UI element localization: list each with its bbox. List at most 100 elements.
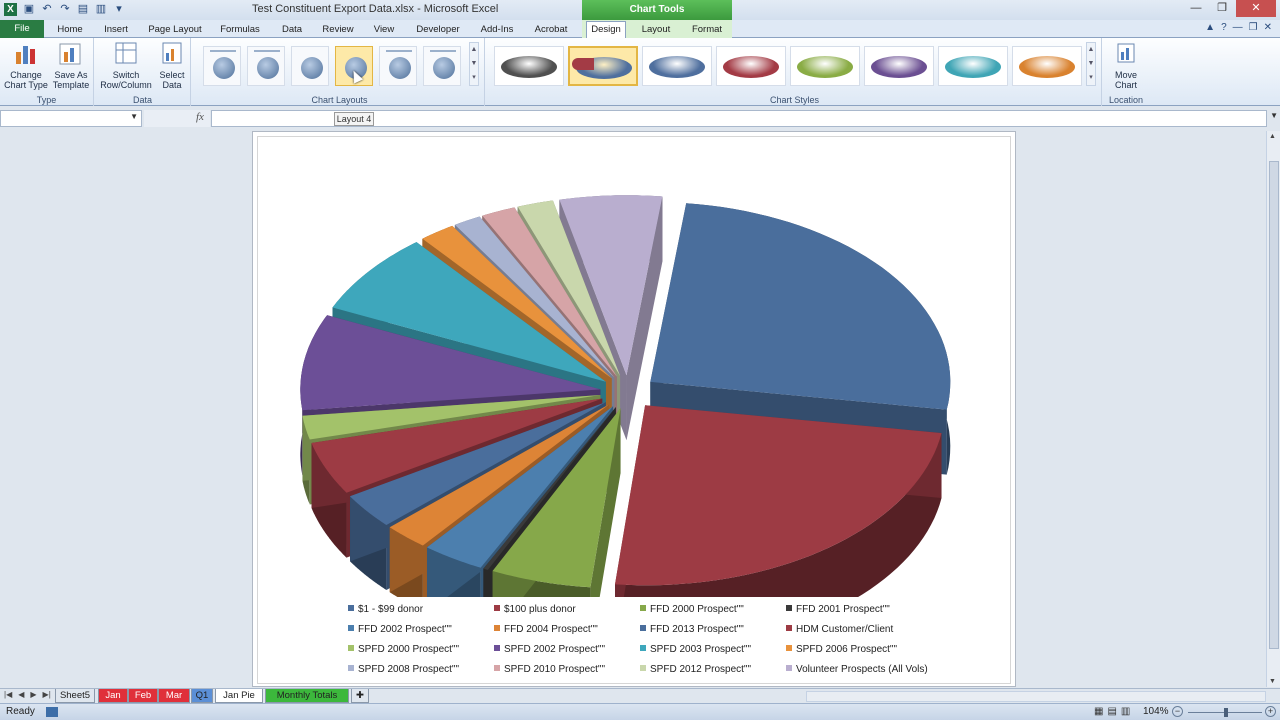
vertical-scrollbar[interactable]: ▲ ▼ bbox=[1266, 131, 1280, 687]
legend-item[interactable]: SPFD 2003 Prospect"" bbox=[640, 644, 751, 655]
tab-home[interactable]: Home bbox=[52, 22, 88, 38]
help-icon[interactable]: ? bbox=[1221, 22, 1227, 33]
tab-file[interactable]: File bbox=[0, 20, 44, 38]
page-layout-view-icon[interactable]: ▤ bbox=[1107, 706, 1116, 717]
sheet-tab-sheet5[interactable]: Sheet5 bbox=[55, 689, 95, 703]
legend-item[interactable]: SPFD 2002 Prospect"" bbox=[494, 644, 605, 655]
normal-view-icon[interactable]: ▦ bbox=[1094, 706, 1103, 717]
print-icon[interactable]: ▥ bbox=[94, 2, 108, 16]
macro-record-icon[interactable] bbox=[46, 707, 58, 717]
zoom-slider-thumb[interactable] bbox=[1224, 708, 1228, 717]
chart-layout-2[interactable] bbox=[247, 46, 285, 86]
insert-sheet-icon[interactable]: ✚ bbox=[351, 689, 369, 703]
legend-item[interactable]: SPFD 2010 Prospect"" bbox=[494, 664, 605, 675]
legend-item[interactable]: SPFD 2008 Prospect"" bbox=[348, 664, 459, 675]
undo-icon[interactable]: ↶ bbox=[40, 2, 54, 16]
tab-add-ins[interactable]: Add-Ins bbox=[474, 22, 520, 38]
legend-item[interactable]: $1 - $99 donor bbox=[348, 604, 423, 615]
scroll-up-icon[interactable]: ▲ bbox=[1269, 133, 1276, 140]
legend-item[interactable]: Volunteer Prospects (All Vols) bbox=[786, 664, 928, 675]
pie-slice[interactable] bbox=[615, 405, 942, 597]
tab-review[interactable]: Review bbox=[318, 22, 358, 38]
zoom-in-icon[interactable]: + bbox=[1265, 706, 1276, 717]
chart-style-2[interactable] bbox=[568, 46, 638, 86]
chart-style-3[interactable] bbox=[642, 46, 712, 86]
legend-item[interactable]: FFD 2013 Prospect"" bbox=[640, 624, 744, 635]
first-sheet-icon[interactable]: |◀ bbox=[4, 690, 12, 699]
name-box[interactable]: ▼ bbox=[0, 110, 142, 127]
sheet-tab-jan[interactable]: Jan bbox=[98, 689, 128, 703]
select-data-button[interactable]: Select Data bbox=[155, 40, 189, 90]
sheet-tab-monthly-totals[interactable]: Monthly Totals bbox=[265, 689, 349, 703]
move-chart-button[interactable]: Move Chart bbox=[1108, 40, 1144, 90]
workbook-close-icon[interactable]: ✕ bbox=[1264, 22, 1272, 33]
horizontal-scrollbar[interactable] bbox=[806, 691, 1266, 702]
tab-page-layout[interactable]: Page Layout bbox=[144, 22, 206, 38]
qat-dropdown-icon[interactable]: ▾ bbox=[112, 2, 126, 16]
tab-layout[interactable]: Layout bbox=[636, 22, 676, 38]
layouts-gallery-scroll[interactable]: ▲ ▼ ▾ bbox=[469, 42, 479, 86]
prev-sheet-icon[interactable]: ◀ bbox=[18, 690, 24, 699]
redo-icon[interactable]: ↷ bbox=[58, 2, 72, 16]
legend-item[interactable]: SPFD 2000 Prospect"" bbox=[348, 644, 459, 655]
legend-item[interactable]: HDM Customer/Client bbox=[786, 624, 893, 635]
new-file-icon[interactable]: ▤ bbox=[76, 2, 90, 16]
insert-function-icon[interactable]: fx bbox=[196, 111, 204, 123]
scroll-down-icon[interactable]: ▼ bbox=[1269, 678, 1276, 685]
tab-format[interactable]: Format bbox=[686, 22, 728, 38]
zoom-out-icon[interactable]: − bbox=[1172, 706, 1183, 717]
workbook-restore-icon[interactable]: ❐ bbox=[1249, 22, 1258, 33]
last-sheet-icon[interactable]: ▶| bbox=[43, 690, 51, 699]
chart-style-1[interactable] bbox=[494, 46, 564, 86]
tab-developer[interactable]: Developer bbox=[410, 22, 466, 38]
chart-sheet[interactable]: $1 - $99 donor $100 plus donor FFD 2000 Pr… bbox=[252, 131, 1016, 687]
tab-data[interactable]: Data bbox=[274, 22, 310, 38]
legend-item[interactable]: FFD 2001 Prospect"" bbox=[786, 604, 890, 615]
legend-item[interactable]: SPFD 2006 Prospect"" bbox=[786, 644, 897, 655]
chart-style-8[interactable] bbox=[1012, 46, 1082, 86]
legend-item[interactable]: FFD 2004 Prospect"" bbox=[494, 624, 598, 635]
excel-app-icon[interactable]: X bbox=[4, 3, 17, 16]
sheet-tab-q1[interactable]: Q1 bbox=[191, 689, 213, 703]
tab-acrobat[interactable]: Acrobat bbox=[528, 22, 574, 38]
tab-formulas[interactable]: Formulas bbox=[216, 22, 264, 38]
chart-style-4[interactable] bbox=[716, 46, 786, 86]
chart-area[interactable]: $1 - $99 donor $100 plus donor FFD 2000 Pr… bbox=[257, 136, 1011, 684]
styles-gallery-scroll[interactable]: ▲ ▼ ▾ bbox=[1086, 42, 1096, 86]
vertical-scroll-thumb[interactable] bbox=[1269, 161, 1279, 649]
chart-style-6[interactable] bbox=[864, 46, 934, 86]
legend-item[interactable]: FFD 2002 Prospect"" bbox=[348, 624, 452, 635]
page-break-view-icon[interactable]: ▥ bbox=[1121, 706, 1130, 717]
chart-layout-6[interactable] bbox=[423, 46, 461, 86]
legend-item[interactable]: SPFD 2012 Prospect"" bbox=[640, 664, 751, 675]
legend-label: $1 - $99 donor bbox=[358, 604, 424, 615]
sheet-tab-mar[interactable]: Mar bbox=[158, 689, 190, 703]
workbook-minimize-icon[interactable]: — bbox=[1233, 22, 1243, 33]
save-as-template-button[interactable]: Save As Template bbox=[50, 40, 92, 90]
chart-layout-1[interactable] bbox=[203, 46, 241, 86]
legend-item[interactable]: FFD 2000 Prospect"" bbox=[640, 604, 744, 615]
tab-insert[interactable]: Insert bbox=[98, 22, 134, 38]
next-sheet-icon[interactable]: ▶ bbox=[30, 690, 36, 699]
chart-layout-5[interactable] bbox=[379, 46, 417, 86]
chart-style-5[interactable] bbox=[790, 46, 860, 86]
tab-view[interactable]: View bbox=[366, 22, 402, 38]
pie-chart[interactable] bbox=[258, 137, 1012, 597]
change-chart-type-button[interactable]: Change Chart Type bbox=[4, 40, 48, 90]
sheet-tab-jan-pie[interactable]: Jan Pie bbox=[215, 689, 263, 703]
sheet-tab-feb[interactable]: Feb bbox=[128, 689, 158, 703]
restore-icon[interactable]: ❐ bbox=[1210, 0, 1234, 17]
minimize-icon[interactable]: — bbox=[1184, 0, 1208, 17]
legend-item[interactable]: $100 plus donor bbox=[494, 604, 576, 615]
name-box-dropdown-icon[interactable]: ▼ bbox=[130, 112, 138, 121]
switch-row-column-button[interactable]: Switch Row/Column bbox=[99, 40, 153, 90]
tab-design[interactable]: Design bbox=[586, 21, 626, 38]
expand-formula-bar-icon[interactable]: ▼ bbox=[1270, 111, 1278, 120]
minimize-ribbon-icon[interactable]: ▲ bbox=[1205, 22, 1215, 33]
chart-layout-3[interactable] bbox=[291, 46, 329, 86]
chart-template-icon bbox=[59, 43, 81, 65]
chart-style-7[interactable] bbox=[938, 46, 1008, 86]
close-icon[interactable]: ✕ bbox=[1236, 0, 1276, 17]
zoom-level[interactable]: 104% bbox=[1143, 706, 1169, 717]
save-icon[interactable]: ▣ bbox=[22, 2, 36, 16]
